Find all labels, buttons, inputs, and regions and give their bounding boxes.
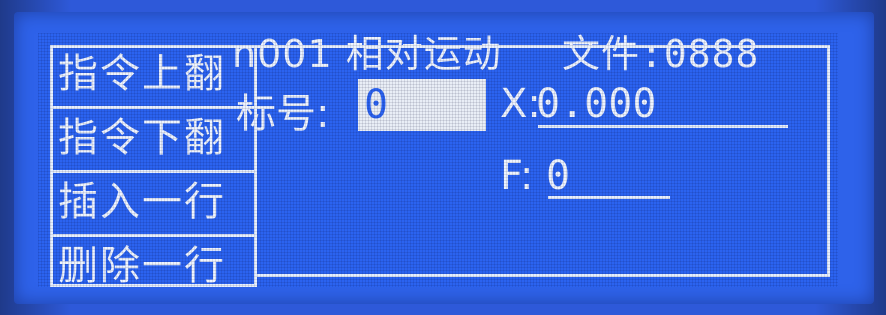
biaohao-label: 标号: (236, 91, 330, 137)
menu-item-delete-row[interactable]: 删除一行 (50, 237, 257, 301)
menu-item-label: 插入一行 (58, 179, 226, 225)
menu-item-insert-row[interactable]: 插入一行 (50, 173, 257, 237)
x-value-field[interactable]: 0.000 (536, 81, 656, 127)
menu-item-label: 删除一行 (58, 243, 226, 289)
instruction-title: n001 相对运动 (232, 32, 502, 76)
menu-item-instruction-page-down[interactable]: 指令下翻 (50, 109, 257, 173)
file-number: 文件:0888 (562, 32, 760, 76)
menu-item-label: 指令上翻 (58, 51, 226, 97)
lcd-display-area: 指令上翻 指令下翻 插入一行 删除一行 n001 相对运动 文件:0888 标号… (38, 32, 838, 289)
menu-item-instruction-page-up[interactable]: 指令上翻 (50, 45, 257, 109)
menu-item-label: 指令下翻 (58, 115, 226, 161)
biaohao-input[interactable]: 0 (358, 79, 486, 131)
f-value-underline (548, 196, 670, 199)
x-value-underline (538, 125, 788, 128)
x-label: X: (500, 81, 541, 127)
f-label: F: (500, 153, 534, 199)
content-panel-frame (254, 45, 830, 277)
f-value-field[interactable]: 0 (546, 153, 570, 199)
